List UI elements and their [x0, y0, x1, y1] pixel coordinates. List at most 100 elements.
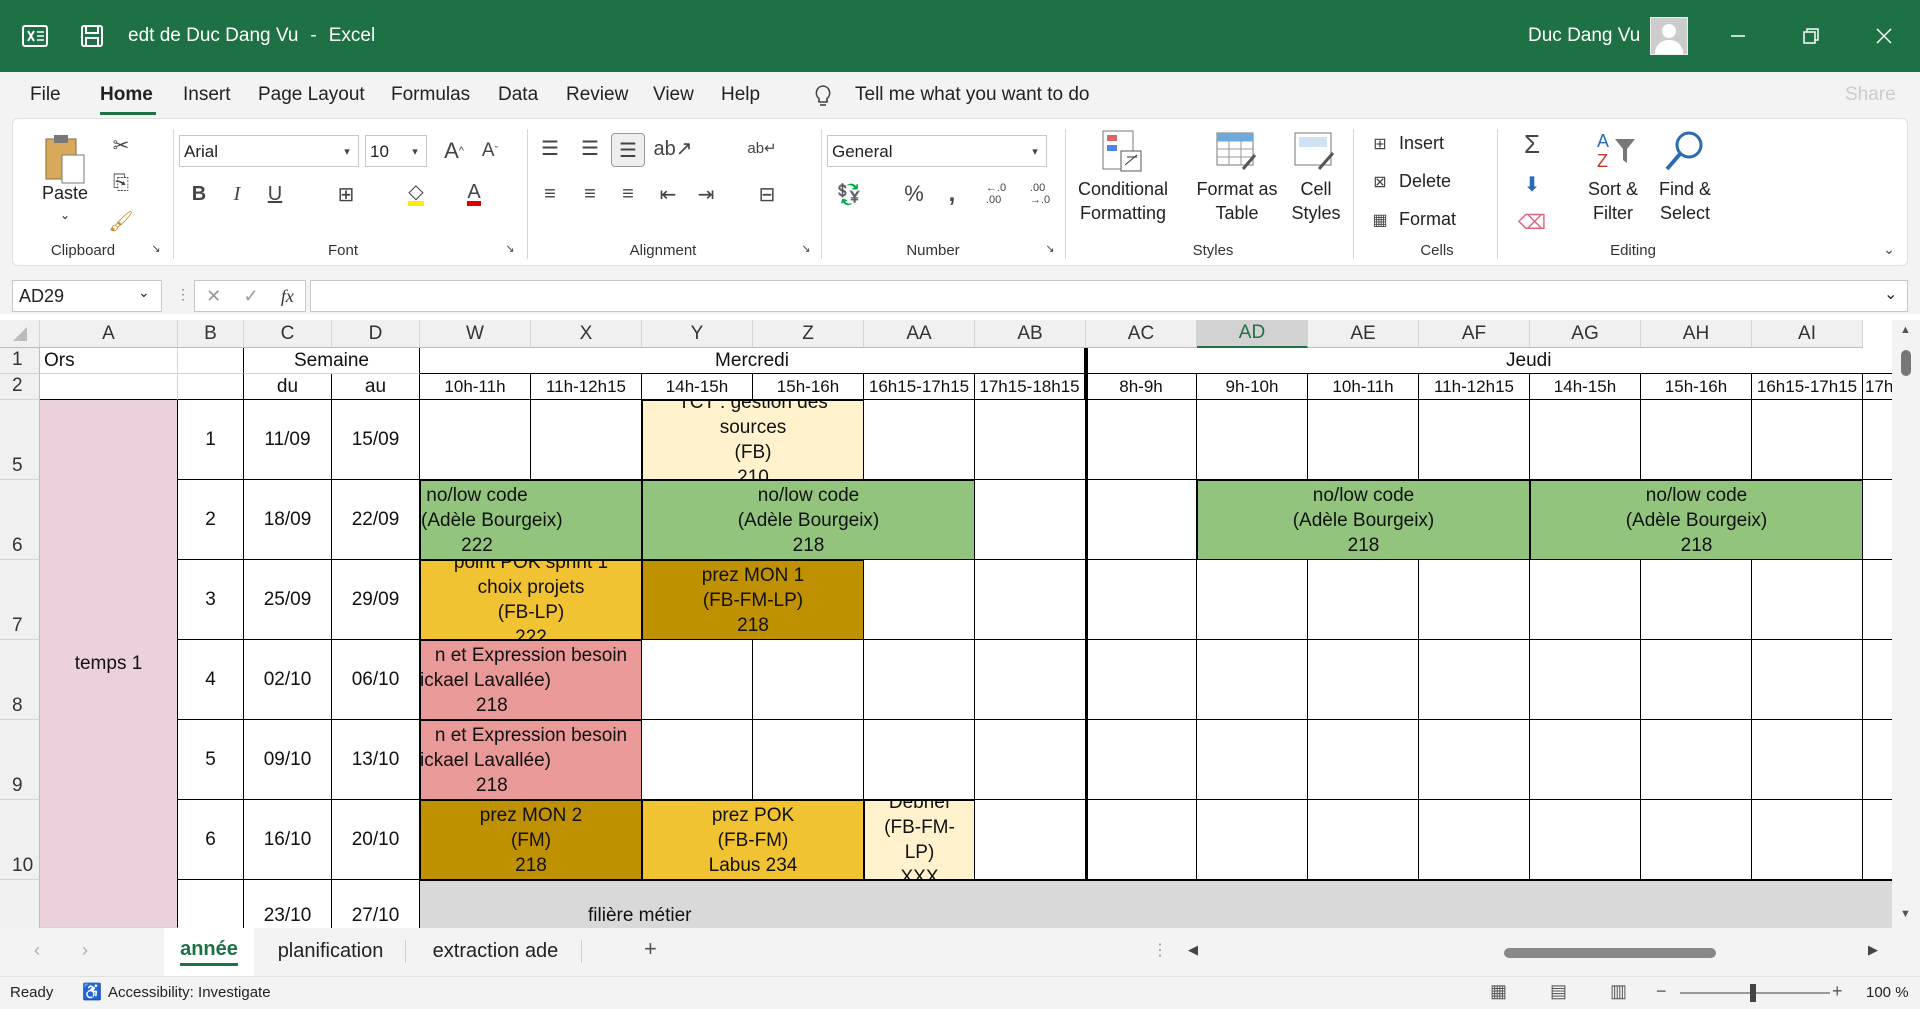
column-header[interactable]: AE: [1308, 320, 1419, 348]
cell-week-au[interactable]: 15/09: [332, 400, 420, 480]
scroll-left-icon[interactable]: ◀: [1188, 942, 1198, 958]
zoom-in-icon[interactable]: +: [1832, 981, 1843, 1002]
font-launcher-icon[interactable]: ↘: [503, 241, 517, 255]
column-header-selected[interactable]: AD: [1197, 320, 1308, 348]
merge-center-icon[interactable]: ⊟: [747, 179, 787, 209]
cell-week-number[interactable]: 6: [178, 800, 244, 880]
cell-b1[interactable]: [178, 348, 244, 374]
insert-function-icon[interactable]: fx: [281, 286, 294, 307]
sort-filter-button[interactable]: Sort & Filter: [1573, 177, 1653, 225]
middle-align-icon[interactable]: ☰: [575, 133, 605, 163]
cell-week-du[interactable]: 23/10: [244, 880, 332, 928]
conditional-formatting-button[interactable]: Conditional Formatting: [1073, 177, 1173, 225]
orientation-icon[interactable]: ab↗: [653, 133, 693, 163]
formula-input[interactable]: [310, 280, 1908, 312]
copy-icon[interactable]: ⎘: [107, 169, 135, 197]
column-header[interactable]: B: [178, 320, 244, 348]
event-expression-1[interactable]: n et Expression besoin ickael Lavallée) …: [420, 640, 642, 720]
cell-styles-button[interactable]: Cell Styles: [1279, 177, 1353, 225]
cell-week-du[interactable]: 16/10: [244, 800, 332, 880]
cell-slot[interactable]: 16h15-17h15: [1752, 374, 1863, 400]
tab-help[interactable]: Help: [721, 84, 760, 106]
expand-formula-icon[interactable]: ⌄: [1884, 284, 1897, 304]
share-button[interactable]: Share: [1845, 84, 1896, 106]
insert-cells-icon[interactable]: ⊞: [1367, 131, 1393, 157]
row-header[interactable]: 8: [0, 640, 40, 720]
align-center-icon[interactable]: ≡: [575, 179, 605, 209]
event-filiere-metier[interactable]: filière métier: [420, 880, 1920, 928]
delete-cells-icon[interactable]: ⊠: [1367, 169, 1393, 195]
close-icon[interactable]: [1876, 0, 1896, 72]
font-dropdown-icon[interactable]: ▾: [339, 139, 355, 163]
column-header[interactable]: AG: [1530, 320, 1641, 348]
page-layout-view-icon[interactable]: ▤: [1550, 981, 1567, 1002]
vertical-scrollbar[interactable]: ▲ ▼: [1892, 320, 1920, 928]
column-header[interactable]: W: [420, 320, 531, 348]
comma-style-icon[interactable]: ,: [939, 179, 965, 209]
sheet-split-icon[interactable]: ⋮: [1152, 940, 1168, 960]
format-cells-icon[interactable]: ▦: [1367, 207, 1393, 233]
cell-slot[interactable]: 14h-15h: [1530, 374, 1641, 400]
tab-review[interactable]: Review: [566, 84, 628, 106]
column-header[interactable]: D: [332, 320, 420, 348]
cell-slot[interactable]: 17h15-18h15: [975, 374, 1086, 400]
bottom-align-icon[interactable]: ☰: [611, 133, 645, 167]
borders-icon[interactable]: ⊞: [331, 179, 361, 209]
cell-period[interactable]: temps 1: [40, 400, 178, 928]
tab-home[interactable]: Home: [100, 84, 153, 106]
cell-week-au[interactable]: 06/10: [332, 640, 420, 720]
column-header[interactable]: AB: [975, 320, 1086, 348]
horizontal-scroll-thumb[interactable]: [1504, 948, 1716, 958]
increase-indent-icon[interactable]: ⇥: [691, 179, 721, 209]
normal-view-icon[interactable]: ▦: [1490, 981, 1507, 1002]
tab-formulas[interactable]: Formulas: [391, 84, 470, 106]
event-expression-2[interactable]: n et Expression besoin ickael Lavallée) …: [420, 720, 642, 800]
next-sheet-icon[interactable]: ›: [82, 940, 88, 961]
number-format-select[interactable]: General: [827, 135, 1047, 167]
zoom-out-icon[interactable]: −: [1656, 981, 1667, 1002]
cell-b2[interactable]: [178, 374, 244, 400]
prev-sheet-icon[interactable]: ‹: [34, 940, 40, 961]
increase-decimal-icon[interactable]: ←.0.00: [979, 179, 1013, 209]
event-nolow-ad[interactable]: no/low code (Adèle Bourgeix) 218: [1197, 480, 1530, 560]
event-debrief[interactable]: Debrief (FB-FM- LP) XXX: [864, 800, 975, 880]
italic-icon[interactable]: I: [223, 179, 251, 209]
bold-icon[interactable]: B: [185, 179, 213, 209]
spreadsheet-grid[interactable]: A B C D W X Y Z AA AB AC AD AE AF AG AH …: [0, 320, 1920, 928]
cell-slot[interactable]: 10h-11h: [1308, 374, 1419, 400]
column-header[interactable]: Y: [642, 320, 753, 348]
cell-slot[interactable]: 10h-11h: [420, 374, 531, 400]
format-cells-button[interactable]: Format: [1399, 207, 1456, 231]
row-header[interactable]: 1: [0, 348, 40, 374]
format-painter-icon[interactable]: 🖌: [107, 207, 135, 235]
column-header[interactable]: AF: [1419, 320, 1530, 348]
cell-week-number[interactable]: 2: [178, 480, 244, 560]
cell-mercredi[interactable]: Mercredi: [420, 348, 1086, 374]
sheet-tab-extraction-ade[interactable]: extraction ade: [410, 940, 582, 963]
cell-slot[interactable]: 15h-16h: [1641, 374, 1752, 400]
autosum-icon[interactable]: Σ: [1517, 129, 1547, 159]
format-as-table-icon[interactable]: [1213, 127, 1261, 175]
restore-icon[interactable]: [1803, 0, 1823, 72]
enter-icon[interactable]: ✓: [243, 286, 258, 307]
event-prez-pok[interactable]: prez POK (FB-FM) Labus 234: [642, 800, 864, 880]
column-header[interactable]: Z: [753, 320, 864, 348]
column-header[interactable]: C: [244, 320, 332, 348]
cut-icon[interactable]: ✂: [107, 131, 135, 159]
user-name[interactable]: Duc Dang Vu: [1528, 0, 1640, 72]
save-icon[interactable]: [80, 0, 110, 72]
cell-styles-icon[interactable]: [1291, 127, 1339, 175]
paste-button[interactable]: Paste: [35, 181, 95, 205]
tab-insert[interactable]: Insert: [183, 84, 231, 106]
decrease-decimal-icon[interactable]: .00 →.0: [1023, 179, 1057, 209]
cell-week-au[interactable]: 20/10: [332, 800, 420, 880]
top-align-icon[interactable]: ☰: [535, 133, 565, 163]
paste-dropdown-icon[interactable]: ⌄: [55, 203, 75, 227]
accessibility-icon[interactable]: ♿: [82, 982, 102, 1002]
sheet-tab-annee[interactable]: année: [164, 928, 254, 976]
row-header[interactable]: 5: [0, 400, 40, 480]
percent-style-icon[interactable]: %: [899, 179, 929, 209]
name-box-dropdown-icon[interactable]: ⌄: [138, 284, 150, 301]
column-header[interactable]: AH: [1641, 320, 1752, 348]
column-header[interactable]: AI: [1752, 320, 1863, 348]
